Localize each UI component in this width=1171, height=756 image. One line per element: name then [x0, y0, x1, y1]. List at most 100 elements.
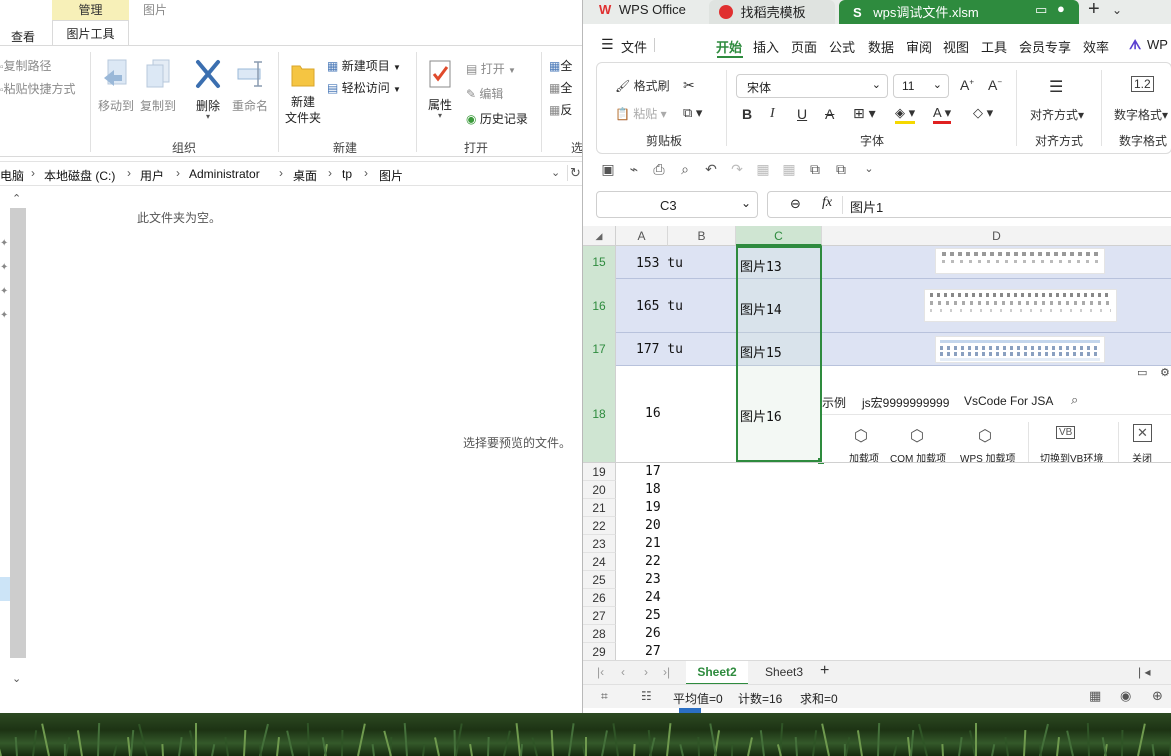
new-item-button[interactable]: ▦ 新建项目 ▼ — [327, 57, 401, 74]
new-tab-icon[interactable]: + — [1088, 0, 1100, 21]
column-header-d[interactable]: D — [822, 226, 1171, 246]
first-sheet-icon[interactable]: |‹ — [597, 665, 604, 679]
nav-pane-scrollbar[interactable] — [10, 208, 26, 658]
breadcrumb-4[interactable]: 桌面 — [293, 167, 317, 184]
sheet-scroll-icon[interactable]: | ◂ — [1138, 665, 1150, 679]
row-header-29[interactable]: 29 — [583, 643, 616, 660]
move-to-button[interactable]: 移动到 — [96, 58, 136, 118]
cell-c16[interactable]: 图片14 — [740, 299, 782, 318]
menu-file[interactable]: 文件 — [621, 37, 647, 56]
cell-c18[interactable]: 图片16 — [740, 406, 782, 425]
cell-a18[interactable]: 16 — [645, 406, 661, 421]
cell-c17[interactable]: 图片15 — [740, 342, 782, 361]
row-header-21[interactable]: 21 — [583, 499, 616, 517]
nav-selected-item[interactable] — [0, 577, 10, 601]
cell-a23[interactable]: 21 — [645, 536, 661, 551]
breadcrumb-2[interactable]: 用户 — [140, 167, 164, 184]
tab-list-chevron-icon[interactable]: ⌄ — [1112, 3, 1122, 17]
breadcrumb-0[interactable]: 电脑 — [0, 167, 24, 184]
menu-review[interactable]: 审阅 — [906, 37, 932, 56]
embedded-picture-13[interactable] — [935, 248, 1105, 274]
strikethrough-icon[interactable]: A — [825, 106, 834, 122]
breadcrumb-3[interactable]: Administrator — [189, 167, 260, 181]
paste-shortcut-button[interactable]: ▫粘贴快捷方式 — [0, 80, 76, 97]
breadcrumb-5[interactable]: tp — [342, 167, 352, 181]
font-color-icon[interactable]: A ▾ — [933, 105, 952, 124]
properties-button[interactable]: 属性 ▾ — [422, 58, 458, 120]
tab-workbook[interactable]: S wps调试文件.xlsm ▭ ● — [839, 0, 1079, 24]
tab-wps-office[interactable]: W WPS Office — [591, 0, 701, 24]
prev-sheet-icon[interactable]: ‹ — [621, 665, 625, 679]
grow-font-icon[interactable]: A+ — [960, 77, 974, 93]
cell-a21[interactable]: 19 — [645, 500, 661, 515]
next-sheet-icon[interactable]: › — [644, 665, 648, 679]
save-icon[interactable]: ▣ — [599, 160, 617, 178]
cell-c15[interactable]: 图片13 — [740, 256, 782, 275]
cell-a20[interactable]: 18 — [645, 482, 661, 497]
fill-color-icon[interactable]: ◈ ▾ — [895, 105, 916, 124]
cell-a19[interactable]: 17 — [645, 464, 661, 479]
wps-ai-icon[interactable]: ᗑ — [1129, 37, 1141, 53]
edit-button[interactable]: ✎ 编辑 — [466, 85, 503, 102]
font-size-select[interactable]: 11 ⌄ — [893, 74, 949, 98]
menu-formula[interactable]: 公式 — [829, 37, 855, 56]
menu-hamburger-icon[interactable]: ☰ — [601, 36, 614, 53]
copy-path-button[interactable]: ▫复制路径 — [0, 57, 52, 74]
spreadsheet-grid[interactable]: ◢ A B C D 15 16 17 18 153 tu 165 tu 177 … — [583, 226, 1171, 660]
menu-view[interactable]: 视图 — [943, 37, 969, 56]
open-button[interactable]: ▤ 打开 ▼ — [466, 60, 516, 77]
menu-efficiency[interactable]: 效率 — [1083, 37, 1109, 56]
customize-toolbar-icon[interactable]: ⌄ — [860, 160, 878, 178]
menu-tools[interactable]: 工具 — [981, 37, 1007, 56]
row-header-24[interactable]: 24 — [583, 553, 616, 571]
cut-icon[interactable]: ✂ — [683, 77, 695, 94]
clear-format-icon[interactable]: ◇ ▾ — [973, 105, 993, 121]
row-header-22[interactable]: 22 — [583, 517, 616, 535]
address-dropdown-icon[interactable]: ⌄ — [551, 166, 560, 179]
bold-icon[interactable]: B — [742, 106, 752, 122]
normal-view-icon[interactable]: ▦ — [1089, 688, 1101, 704]
undo-icon[interactable]: ↶ — [702, 160, 720, 178]
row-header-18[interactable]: 18 — [583, 366, 616, 462]
row-header-23[interactable]: 23 — [583, 535, 616, 553]
paste-button[interactable]: 📋 粘贴 ▾ — [615, 105, 667, 122]
cell-a26[interactable]: 24 — [645, 590, 661, 605]
print-preview-icon[interactable]: ⌕ — [676, 160, 694, 178]
menu-page[interactable]: 页面 — [791, 37, 817, 56]
name-box[interactable]: C3 ⌄ — [596, 191, 758, 218]
print-icon[interactable]: ⎙ — [650, 160, 668, 178]
select-all-button[interactable]: ▦全 — [549, 57, 572, 74]
row-header-17[interactable]: 17 — [583, 333, 616, 366]
italic-icon[interactable]: I — [770, 106, 775, 122]
tab-template[interactable]: 找稻壳模板 — [709, 0, 835, 24]
refresh-icon[interactable]: ↻ — [567, 165, 581, 181]
number-format-icon[interactable]: 1.2 — [1131, 76, 1154, 92]
zoom-formula-icon[interactable]: ⊖ — [790, 196, 801, 212]
breadcrumb-1[interactable]: 本地磁盘 (C:) — [44, 167, 115, 184]
embedded-picture-14[interactable] — [924, 289, 1117, 322]
embedded-picture-15[interactable] — [935, 336, 1105, 363]
scroll-down-icon[interactable]: ⌄ — [12, 672, 21, 685]
row-header-25[interactable]: 25 — [583, 571, 616, 589]
menu-insert[interactable]: 插入 — [753, 37, 779, 56]
invert-selection-button[interactable]: ▦反 — [549, 101, 572, 118]
rename-button[interactable]: 重命名 — [230, 58, 270, 118]
delete-button[interactable]: 删除 ▾ — [188, 58, 228, 121]
function-icon[interactable]: fx — [822, 195, 832, 211]
cell-a24[interactable]: 22 — [645, 554, 661, 569]
delete-dropdown-icon[interactable]: ▾ — [188, 113, 228, 121]
row-header-19[interactable]: 19 — [583, 463, 616, 481]
tab-view[interactable]: 查看 — [11, 28, 35, 45]
row-header-28[interactable]: 28 — [583, 625, 616, 643]
cell-a25[interactable]: 23 — [645, 572, 661, 587]
border-icon[interactable]: ⊞ ▾ — [853, 105, 876, 122]
row-header-27[interactable]: 27 — [583, 607, 616, 625]
manage-tab-header[interactable]: 管理 — [52, 0, 129, 20]
sheet-tab-sheet3[interactable]: Sheet3 — [753, 661, 815, 685]
eye-protection-icon[interactable]: ◉ — [1120, 688, 1131, 704]
history-button[interactable]: ◉ 历史记录 — [466, 110, 528, 127]
formula-bar[interactable]: ⊖ fx 图片1 — [767, 191, 1171, 218]
align-button[interactable]: 对齐方式▾ — [1030, 106, 1084, 123]
breadcrumb-6[interactable]: 图片 — [379, 167, 403, 184]
chart-icon[interactable]: ▦ — [754, 160, 772, 178]
